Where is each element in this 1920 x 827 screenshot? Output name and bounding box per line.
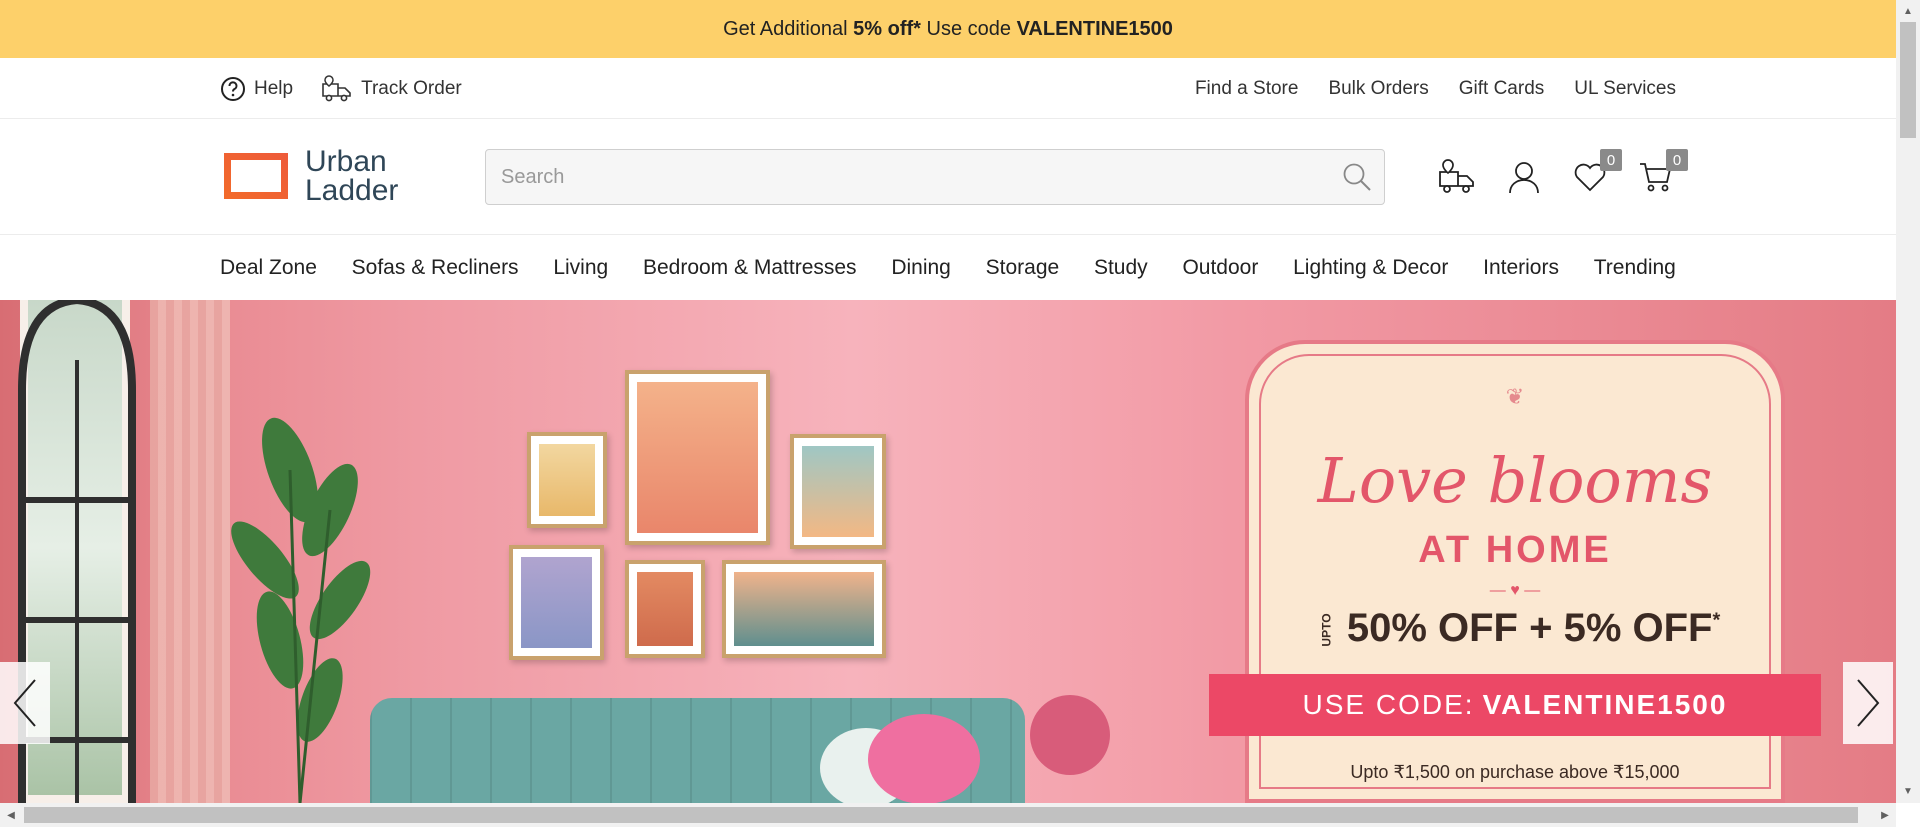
ornament-icon: ❦: [1505, 384, 1525, 409]
nav-item-living[interactable]: Living: [553, 256, 608, 280]
chevron-left-icon: [13, 679, 36, 727]
wall-frame-1: [527, 432, 607, 528]
promo-code: VALENTINE1500: [1016, 17, 1173, 40]
vertical-scroll-thumb[interactable]: [1900, 22, 1916, 138]
vertical-scrollbar[interactable]: ▲ ▼: [1896, 0, 1920, 803]
hero-offer-prefix: UPTO: [1319, 613, 1334, 647]
promo-text-mid: Use code: [926, 17, 1012, 40]
nav-item-dining[interactable]: Dining: [891, 256, 951, 280]
wall-frame-4: [509, 545, 604, 660]
hero-promo-card: ❦ Love blooms AT HOME — ♥ — UPTO 50% OFF …: [1209, 340, 1821, 803]
chevron-right-icon: [1857, 679, 1880, 727]
track-order-label: Track Order: [361, 77, 462, 99]
hero-fine-print: Upto ₹1,500 on purchase above ₹15,000: [1350, 762, 1680, 782]
truck-icon: [322, 74, 351, 101]
carousel-next-button[interactable]: [1843, 662, 1893, 744]
cart-button[interactable]: 0: [1636, 149, 1688, 197]
find-store-link[interactable]: Find a Store: [1195, 78, 1299, 100]
utility-left: Help Track Order: [220, 58, 462, 119]
promo-highlight: 5% off*: [853, 17, 921, 40]
bulk-orders-link[interactable]: Bulk Orders: [1328, 78, 1428, 100]
hero-offer-asterisk: *: [1712, 609, 1721, 632]
scroll-left-icon[interactable]: ◀: [3, 807, 19, 823]
horizontal-scroll-thumb[interactable]: [24, 807, 1858, 823]
hero-curtain: [150, 300, 230, 803]
nav-item-interiors[interactable]: Interiors: [1483, 256, 1559, 280]
hero-banner[interactable]: ♥ ♥ ❦ Love blooms AT HOME — ♥ — UPTO50% …: [0, 300, 1896, 803]
hero-headline: Love blooms: [1317, 444, 1713, 517]
utility-bar: Help Track Order Find a Store Bulk Order…: [0, 58, 1896, 119]
nav-item-deal-zone[interactable]: Deal Zone: [220, 256, 317, 280]
nav-item-trending[interactable]: Trending: [1594, 256, 1676, 280]
logo-line-1: Urban: [305, 145, 387, 178]
track-order-link[interactable]: Track Order: [321, 74, 462, 104]
scroll-down-icon[interactable]: ▼: [1900, 783, 1916, 799]
header-actions: 0 0: [1438, 149, 1688, 205]
horizontal-scrollbar[interactable]: ◀ ▶: [0, 803, 1896, 827]
wishlist-button[interactable]: 0: [1570, 149, 1622, 197]
wall-frame-3: [790, 434, 886, 549]
nav-item-outdoor[interactable]: Outdoor: [1182, 256, 1258, 280]
plant-illustration: [231, 417, 371, 803]
main-header: Urban Ladder Search 0 0: [0, 119, 1896, 235]
nav-item-lighting-decor[interactable]: Lighting & Decor: [1293, 256, 1448, 280]
wall-frame-5: [625, 560, 705, 658]
wall-frame-6: [722, 560, 886, 658]
search-button[interactable]: [1330, 150, 1384, 204]
hero-code-ribbon: USE CODE: VALENTINE1500: [1209, 674, 1821, 736]
hero-code-label: USE CODE:: [1302, 689, 1475, 720]
nav-item-study[interactable]: Study: [1094, 256, 1148, 280]
pillow-illustration-2: [868, 714, 980, 803]
logo-text: Urban Ladder: [305, 145, 399, 207]
nav-item-storage[interactable]: Storage: [986, 256, 1060, 280]
flower-vase-illustration: [1030, 695, 1110, 775]
wall-frame-2: [625, 370, 770, 545]
hero-offer-text: 50% OFF + 5% OFF: [1346, 606, 1713, 650]
scroll-up-icon[interactable]: ▲: [1900, 3, 1916, 19]
search-box: [485, 149, 1385, 205]
category-nav: Deal Zone Sofas & Recliners Living Bedro…: [0, 235, 1896, 300]
gift-cards-link[interactable]: Gift Cards: [1459, 78, 1545, 100]
help-circle-icon: [221, 76, 245, 101]
divider-heart-icon: — ♥ —: [1489, 582, 1541, 599]
delivery-pin-icon: [1439, 159, 1474, 193]
hero-subhead: AT HOME: [1418, 529, 1612, 571]
wishlist-count-badge: 0: [1600, 149, 1622, 171]
help-label: Help: [254, 77, 294, 99]
search-icon: [1343, 163, 1371, 191]
category-nav-list: Deal Zone Sofas & Recliners Living Bedro…: [220, 235, 1676, 300]
account-button[interactable]: [1504, 157, 1544, 197]
scroll-right-icon[interactable]: ▶: [1877, 807, 1893, 823]
help-link[interactable]: Help: [220, 76, 293, 102]
promo-bar[interactable]: Get Additional 5% off* Use code VALENTIN…: [0, 0, 1896, 58]
logo-mark-icon: [224, 153, 288, 199]
hero-code: VALENTINE1500: [1482, 689, 1728, 720]
hero-offer: UPTO 50% OFF + 5% OFF*: [1249, 606, 1781, 651]
nav-item-sofas-recliners[interactable]: Sofas & Recliners: [352, 256, 519, 280]
user-icon: [1509, 162, 1539, 194]
nav-item-bedroom-mattresses[interactable]: Bedroom & Mattresses: [643, 256, 857, 280]
logo[interactable]: Urban Ladder: [221, 145, 399, 207]
ul-services-link[interactable]: UL Services: [1574, 78, 1676, 100]
logo-line-2: Ladder: [305, 174, 399, 207]
carousel-prev-button[interactable]: [0, 662, 50, 744]
delivery-location-button[interactable]: [1438, 157, 1478, 197]
search-input[interactable]: [486, 150, 1330, 204]
utility-right: Find a Store Bulk Orders Gift Cards UL S…: [1195, 58, 1676, 119]
cart-count-badge: 0: [1666, 149, 1688, 171]
promo-text-prefix: Get Additional: [723, 17, 848, 40]
